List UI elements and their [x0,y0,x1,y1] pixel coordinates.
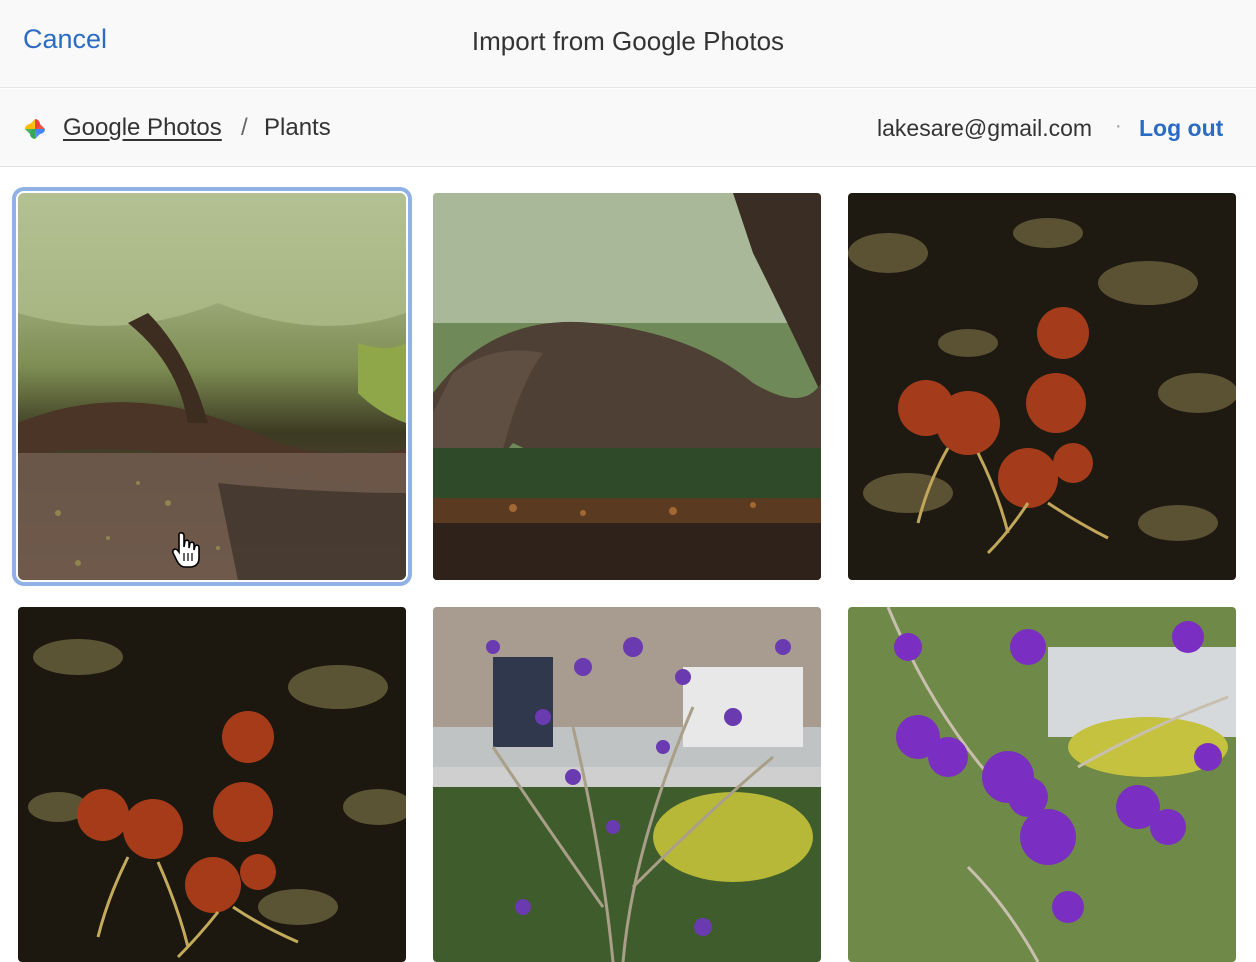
dialog-title: Import from Google Photos [471,26,785,56]
breadcrumb-current: Plants [264,114,331,141]
photo-purple-berries [848,607,1236,962]
photo-rose-hips [848,193,1236,580]
photo-tile-4[interactable] [18,607,406,962]
account-separator: · [1115,115,1122,137]
account-email: lakesare@gmail.com [877,115,1093,141]
photo-tile-1[interactable] [12,187,412,586]
breadcrumb-root-link[interactable]: Google Photos [63,114,222,142]
google-photos-icon [25,119,45,139]
photo-tile-5[interactable] [433,607,821,962]
photo-rose-hips-2 [18,607,406,962]
photo-willow-tree [18,193,406,580]
photo-purple-shrub [433,607,821,962]
logout-link[interactable]: Log out [1139,115,1223,142]
photo-twisted-trunk [433,193,821,580]
photo-tile-2[interactable] [433,193,821,580]
breadcrumb-separator: / [241,114,248,141]
photo-tile-6[interactable] [848,607,1236,962]
photo-tile-3[interactable] [848,193,1236,580]
